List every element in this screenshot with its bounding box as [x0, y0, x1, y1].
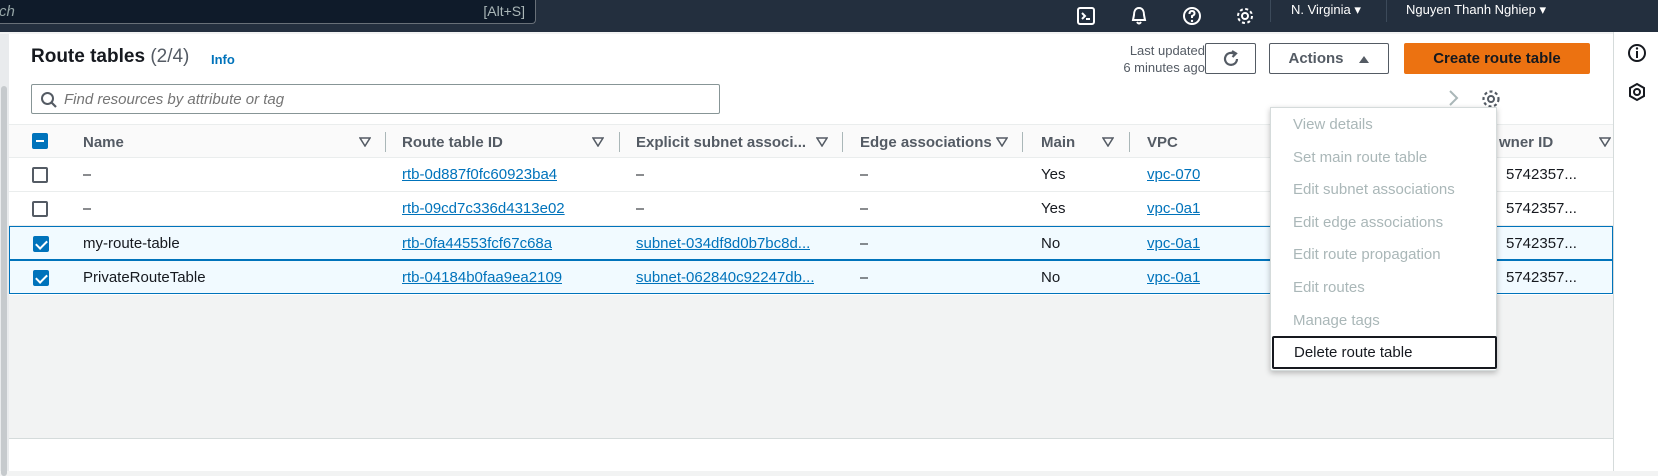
- cell-subnet[interactable]: subnet-034df8d0b7bc8d...: [636, 227, 810, 260]
- column-resizer[interactable]: [1022, 132, 1023, 152]
- column-resizer[interactable]: [842, 132, 843, 152]
- region-label: N. Virginia: [1291, 2, 1351, 17]
- actions-button[interactable]: Actions: [1269, 43, 1389, 74]
- row-checkbox[interactable]: [33, 270, 49, 286]
- caret-up-icon: [1358, 55, 1369, 63]
- cell-main: No: [1041, 269, 1061, 286]
- settings-icon[interactable]: [1235, 6, 1255, 26]
- refresh-icon: [1223, 49, 1238, 66]
- sort-icon[interactable]: [592, 137, 604, 147]
- nav-divider: [1386, 0, 1387, 22]
- row-checkbox[interactable]: [33, 236, 49, 252]
- divider: [9, 438, 1613, 439]
- cell-owner: 5742357...: [1506, 269, 1577, 286]
- menu-item-set-main-route-table[interactable]: Set main route table: [1271, 141, 1498, 174]
- cell-vpc[interactable]: vpc-070: [1147, 158, 1200, 191]
- row-checkbox[interactable]: [32, 167, 48, 183]
- actions-dropdown-menu: View details Set main route table Edit s…: [1270, 107, 1497, 371]
- last-updated: Last updated 6 minutes ago: [1029, 42, 1205, 76]
- column-resizer[interactable]: [385, 132, 386, 152]
- sort-icon[interactable]: [1102, 137, 1114, 147]
- menu-item-delete-route-table[interactable]: Delete route table: [1272, 336, 1497, 369]
- cell-edge: –: [860, 269, 869, 286]
- page-title: Route tables (2/4): [31, 46, 189, 68]
- column-header-vpc[interactable]: VPC: [1147, 125, 1178, 159]
- scrollbar[interactable]: [1, 86, 7, 476]
- last-updated-value: 6 minutes ago: [1123, 60, 1205, 75]
- title-text: Route tables: [31, 46, 146, 67]
- cell-vpc[interactable]: vpc-0a1: [1147, 261, 1200, 294]
- cell-route-table-id[interactable]: rtb-09cd7c336d4313e02: [402, 192, 565, 225]
- cell-route-table-id[interactable]: rtb-04184b0faa9ea2109: [402, 261, 562, 294]
- select-all-checkbox[interactable]: [32, 133, 48, 149]
- cell-subnet: –: [636, 166, 645, 183]
- create-label: Create route table: [1433, 50, 1561, 67]
- top-nav-bar: ch [Alt+S] N. Virginia ▾ Nguyen Thanh Ng…: [0, 0, 1658, 32]
- column-resizer[interactable]: [1129, 132, 1130, 152]
- cell-name: my-route-table: [83, 235, 180, 252]
- notifications-icon[interactable]: [1627, 82, 1647, 102]
- column-header-explicit-subnet[interactable]: Explicit subnet associ...: [636, 125, 806, 159]
- sort-icon[interactable]: [816, 137, 828, 147]
- search-placeholder: ch: [0, 3, 15, 20]
- global-search-input[interactable]: ch [Alt+S]: [0, 0, 536, 24]
- column-header-route-table-id[interactable]: Route table ID: [402, 125, 503, 159]
- sort-icon[interactable]: [1599, 137, 1611, 147]
- user-label: Nguyen Thanh Nghiep: [1406, 2, 1536, 17]
- cell-route-table-id[interactable]: rtb-0fa44553fcf67c68a: [402, 227, 552, 260]
- side-gutter: [0, 34, 9, 476]
- filter-field[interactable]: [31, 84, 720, 114]
- search-icon: [41, 92, 57, 108]
- create-route-table-button[interactable]: Create route table: [1404, 43, 1590, 74]
- last-updated-label: Last updated: [1129, 43, 1205, 58]
- cell-edge: –: [860, 166, 869, 183]
- menu-item-view-details[interactable]: View details: [1271, 108, 1498, 141]
- cell-route-table-id[interactable]: rtb-0d887f0fc60923ba4: [402, 158, 557, 191]
- column-header-main[interactable]: Main: [1041, 125, 1075, 159]
- cell-edge: –: [860, 200, 869, 217]
- cell-name: –: [83, 200, 92, 217]
- cell-owner: 5742357...: [1506, 235, 1577, 252]
- user-menu[interactable]: Nguyen Thanh Nghiep ▾: [1406, 2, 1546, 18]
- cell-subnet: –: [636, 200, 645, 217]
- cell-edge: –: [860, 235, 869, 252]
- right-tools-rail: [1613, 32, 1658, 471]
- cell-subnet[interactable]: subnet-062840c92247db...: [636, 261, 814, 294]
- cell-main: Yes: [1041, 166, 1066, 183]
- refresh-button[interactable]: [1205, 43, 1256, 74]
- info-icon[interactable]: [1627, 43, 1647, 63]
- menu-item-edit-edge-associations[interactable]: Edit edge associations: [1271, 206, 1498, 239]
- sort-icon[interactable]: [359, 137, 371, 147]
- search-shortcut: [Alt+S]: [483, 3, 525, 19]
- row-checkbox[interactable]: [32, 201, 48, 217]
- cell-main: No: [1041, 235, 1061, 252]
- bell-icon[interactable]: [1129, 6, 1149, 26]
- cell-name: PrivateRouteTable: [83, 269, 206, 286]
- selection-count: (2/4): [150, 46, 190, 67]
- nav-divider: [1270, 0, 1271, 22]
- info-link[interactable]: Info: [211, 52, 235, 67]
- menu-item-edit-subnet-associations[interactable]: Edit subnet associations: [1271, 173, 1498, 206]
- column-header-name[interactable]: Name: [83, 125, 124, 159]
- cell-vpc[interactable]: vpc-0a1: [1147, 227, 1200, 260]
- cloudshell-icon[interactable]: [1076, 6, 1096, 26]
- actions-label: Actions: [1288, 50, 1344, 67]
- column-resizer[interactable]: [619, 132, 620, 152]
- help-icon[interactable]: [1182, 6, 1202, 26]
- column-header-edge-associations[interactable]: Edge associations: [860, 125, 992, 159]
- menu-item-edit-route-propagation[interactable]: Edit route propagation: [1271, 238, 1498, 271]
- sort-icon[interactable]: [996, 137, 1008, 147]
- cell-main: Yes: [1041, 200, 1066, 217]
- cell-vpc[interactable]: vpc-0a1: [1147, 192, 1200, 225]
- menu-item-manage-tags[interactable]: Manage tags: [1271, 304, 1498, 337]
- cell-name: –: [83, 166, 92, 183]
- column-header-owner-id[interactable]: wner ID: [1499, 125, 1553, 159]
- route-tables-panel: Route tables (2/4) Info Last updated 6 m…: [9, 34, 1613, 471]
- menu-item-edit-routes[interactable]: Edit routes: [1271, 271, 1498, 304]
- cell-owner: 5742357...: [1506, 200, 1577, 217]
- cell-owner: 5742357...: [1506, 166, 1577, 183]
- region-selector[interactable]: N. Virginia ▾: [1291, 2, 1361, 18]
- filter-input[interactable]: [64, 90, 704, 109]
